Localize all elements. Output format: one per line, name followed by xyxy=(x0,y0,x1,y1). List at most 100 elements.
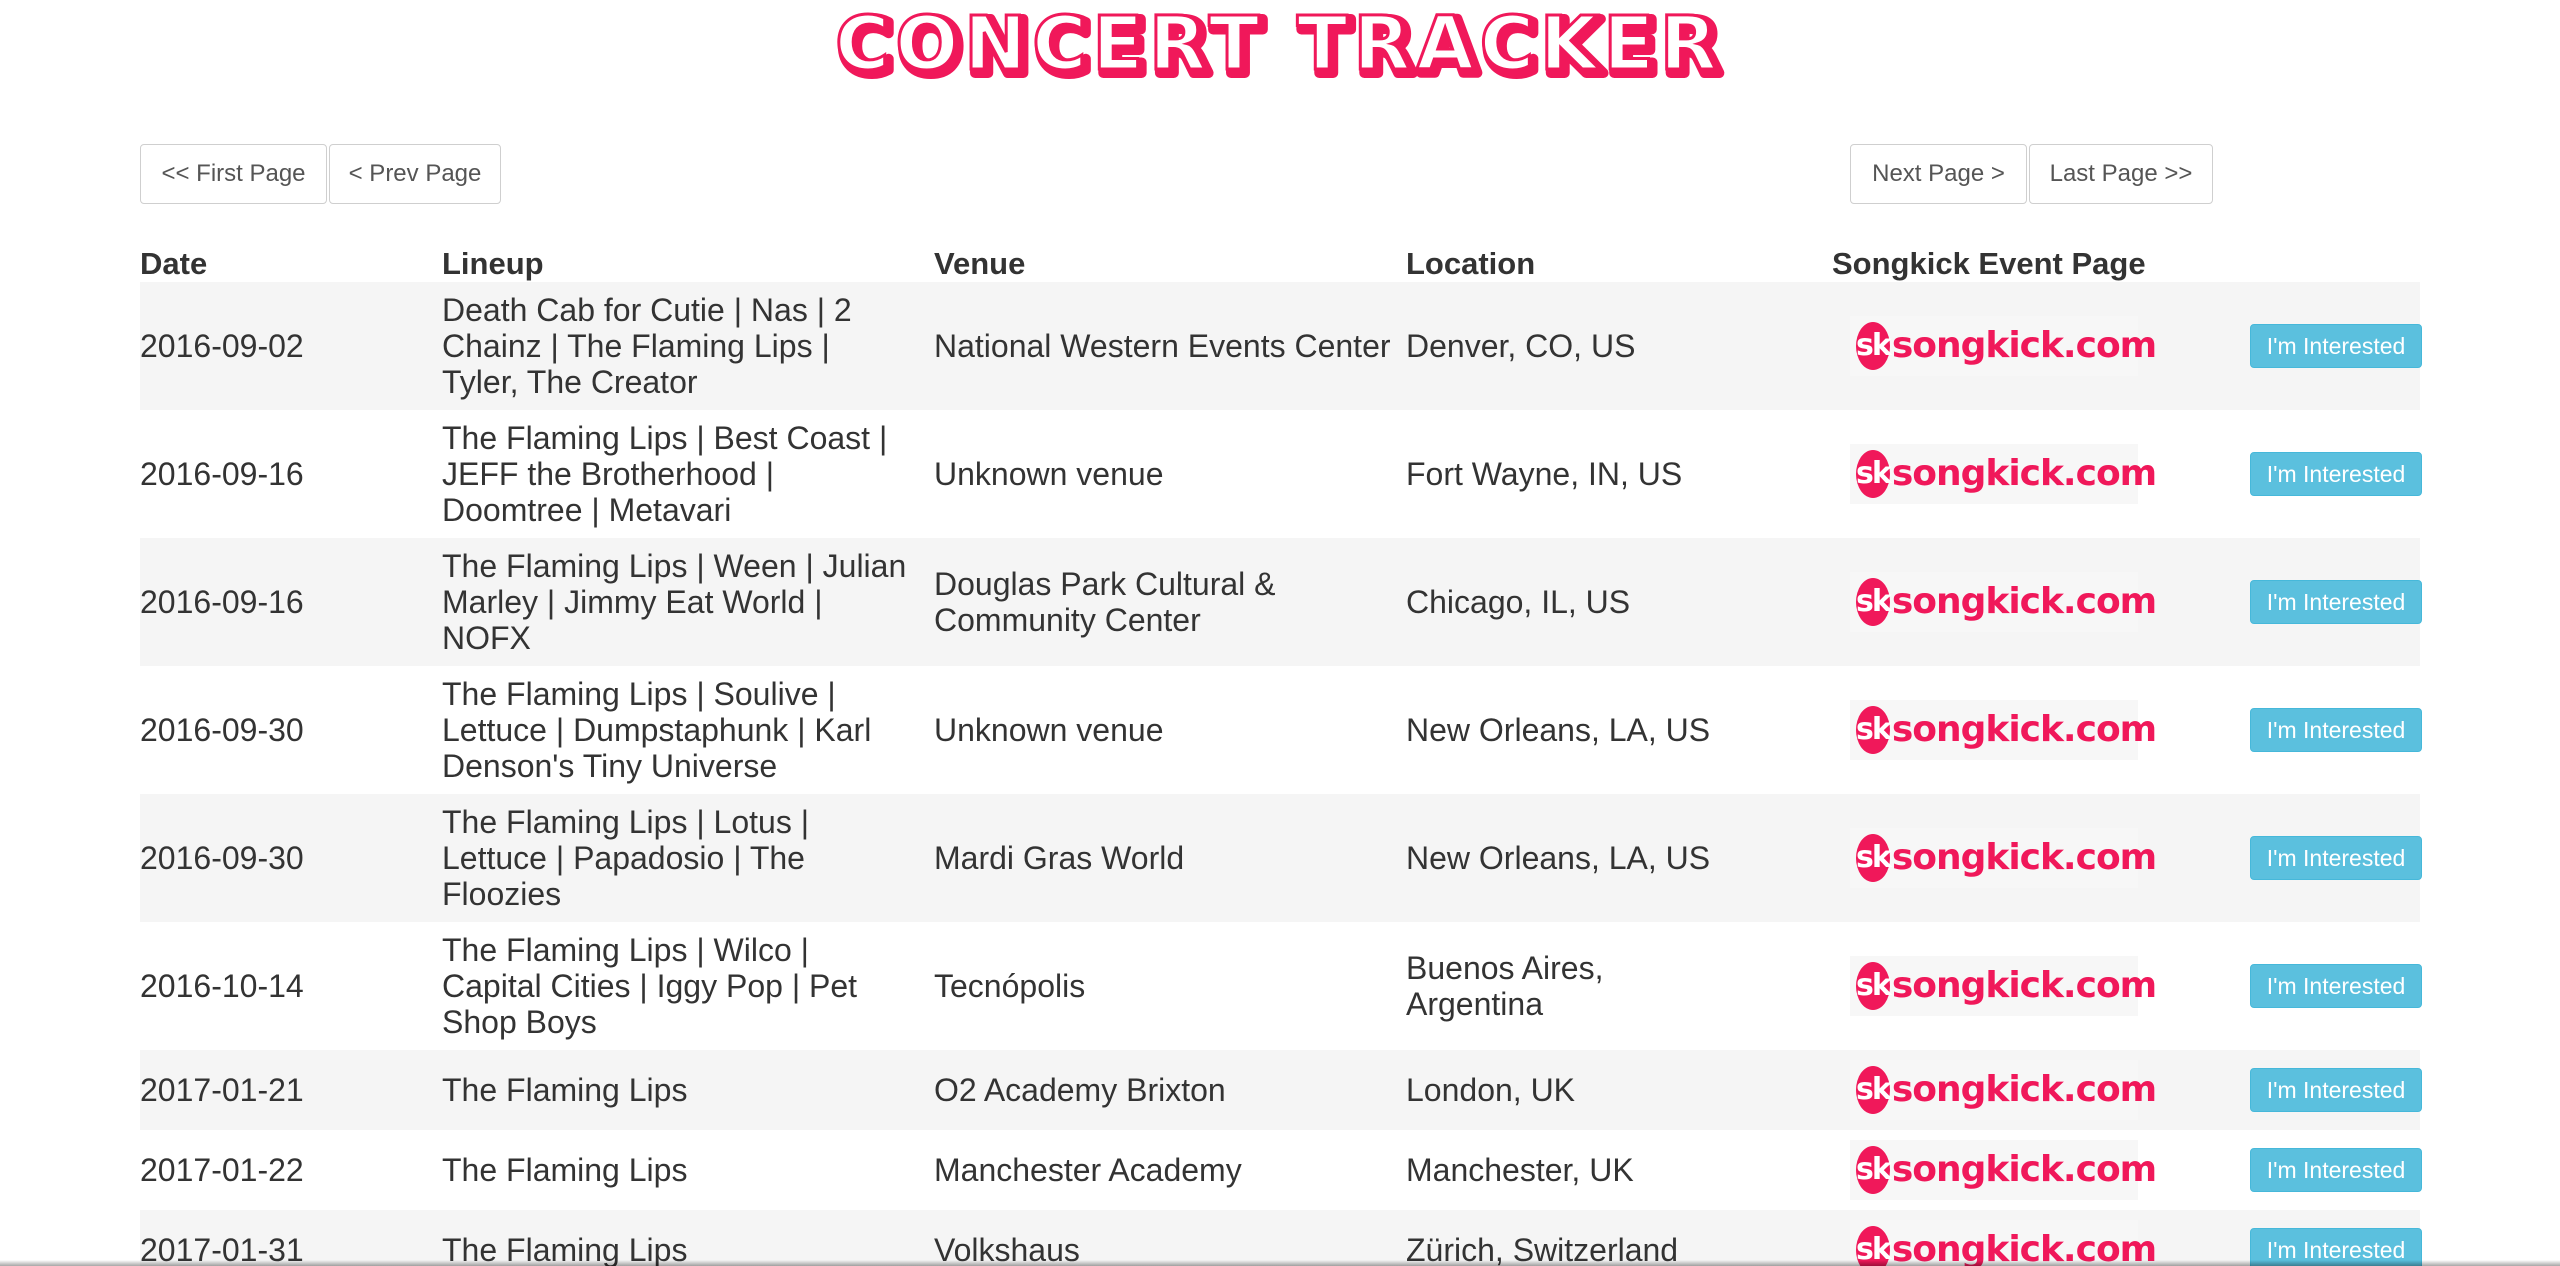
location-cell: Denver, CO, US xyxy=(1406,282,1736,410)
date-cell-text: 2017-01-22 xyxy=(140,1152,304,1188)
interested-button[interactable]: I'm Interested xyxy=(2250,580,2422,624)
songkick-link[interactable]: sk songkick.com xyxy=(1850,828,2157,888)
table-header: Date Lineup Venue Location Songkick Even… xyxy=(140,236,2420,282)
interested-cell: I'm Interested xyxy=(2246,1130,2426,1210)
interested-cell: I'm Interested xyxy=(2246,538,2426,666)
table-row: 2017-01-31 The Flaming Lips Volkshaus Züric… xyxy=(140,1210,2422,1266)
prev-page-button[interactable]: < Prev Page xyxy=(329,144,501,204)
location-cell-text: Denver, CO, US xyxy=(1406,328,1636,364)
interested-button[interactable]: I'm Interested xyxy=(2250,708,2422,752)
venue-cell: National Western Events Center xyxy=(934,282,1404,410)
songkick-link[interactable]: sk songkick.com xyxy=(1850,444,2157,504)
lineup-cell: The Flaming Lips | Ween | Julian Marley … xyxy=(442,538,912,666)
songkick-logo-text: songkick.com xyxy=(1891,709,2157,750)
songkick-logo-icon: sk xyxy=(1856,322,1892,370)
table-row: 2016-09-30 The Flaming Lips | Soulive | L… xyxy=(140,666,2422,794)
location-cell: New Orleans, LA, US xyxy=(1406,666,1736,794)
venue-cell: Tecnópolis xyxy=(934,922,1404,1050)
songkick-logo-icon: sk xyxy=(1856,834,1892,882)
table-row: 2017-01-22 The Flaming Lips Manchester Aca… xyxy=(140,1130,2422,1210)
venue-cell: Douglas Park Cultural & Community Center xyxy=(934,538,1404,666)
date-cell: 2016-09-16 xyxy=(140,538,430,666)
date-cell: 2016-09-16 xyxy=(140,410,430,538)
table-row: 2016-09-02 Death Cab for Cutie | Nas | 2 … xyxy=(140,282,2422,410)
songkick-cell: sk songkick.com xyxy=(1850,1130,2157,1210)
songkick-cell: sk songkick.com xyxy=(1850,1050,2157,1130)
column-header-date: Date xyxy=(140,246,208,281)
venue-cell: Manchester Academy xyxy=(934,1130,1404,1210)
venue-cell: Unknown venue xyxy=(934,410,1404,538)
location-cell: New Orleans, LA, US xyxy=(1406,794,1736,922)
interested-button[interactable]: I'm Interested xyxy=(2250,836,2422,880)
songkick-link[interactable]: sk songkick.com xyxy=(1850,572,2157,632)
date-cell: 2016-09-30 xyxy=(140,794,430,922)
songkick-cell: sk songkick.com xyxy=(1850,666,2157,794)
next-page-button[interactable]: Next Page > xyxy=(1850,144,2027,204)
location-cell-text: Fort Wayne, IN, US xyxy=(1406,456,1683,492)
lineup-cell-text: Death Cab for Cutie | Nas | 2 Chainz | T… xyxy=(442,292,852,400)
songkick-logo-icon: sk xyxy=(1856,450,1892,498)
venue-cell-text: Unknown venue xyxy=(934,456,1164,492)
date-cell-text: 2016-09-30 xyxy=(140,840,304,876)
songkick-logo-text: songkick.com xyxy=(1891,581,2157,622)
lineup-cell-text: The Flaming Lips xyxy=(442,1152,688,1188)
songkick-link[interactable]: sk songkick.com xyxy=(1850,1060,2157,1120)
first-page-button[interactable]: << First Page xyxy=(140,144,327,204)
venue-cell-text: Douglas Park Cultural & Community Center xyxy=(934,566,1276,638)
interested-cell: I'm Interested xyxy=(2246,922,2426,1050)
lineup-cell-text: The Flaming Lips xyxy=(442,1072,688,1108)
songkick-cell: sk songkick.com xyxy=(1850,410,2157,538)
lineup-cell-text: The Flaming Lips | Best Coast | JEFF the… xyxy=(442,420,888,528)
date-cell-text: 2016-09-16 xyxy=(140,584,304,620)
table-body: 2016-09-02 Death Cab for Cutie | Nas | 2 … xyxy=(140,282,2422,1266)
lineup-cell: The Flaming Lips xyxy=(442,1050,912,1130)
venue-cell-text: Tecnópolis xyxy=(934,968,1086,1004)
venue-cell: Unknown venue xyxy=(934,666,1404,794)
location-cell-text: Manchester, UK xyxy=(1406,1152,1634,1188)
lineup-cell: The Flaming Lips | Soulive | Lettuce | D… xyxy=(442,666,912,794)
interested-button[interactable]: I'm Interested xyxy=(2250,1148,2422,1192)
songkick-logo-icon: sk xyxy=(1856,1066,1892,1114)
interested-button[interactable]: I'm Interested xyxy=(2250,452,2422,496)
songkick-logo-icon: sk xyxy=(1856,1146,1892,1194)
page: CONCERT TRACKER CONCERT TRACKER << First… xyxy=(0,0,2560,1266)
table-row: 2017-01-21 The Flaming Lips O2 Academy Bri… xyxy=(140,1050,2422,1130)
location-cell-text: London, UK xyxy=(1406,1072,1576,1108)
lineup-cell: The Flaming Lips xyxy=(442,1210,912,1266)
songkick-link[interactable]: sk songkick.com xyxy=(1850,956,2157,1016)
songkick-link[interactable]: sk songkick.com xyxy=(1850,700,2157,760)
last-page-button[interactable]: Last Page >> xyxy=(2029,144,2213,204)
location-cell: Zürich, Switzerland xyxy=(1406,1210,1736,1266)
column-header-lineup: Lineup xyxy=(442,246,544,281)
interested-cell: I'm Interested xyxy=(2246,1050,2426,1130)
interested-button[interactable]: I'm Interested xyxy=(2250,964,2422,1008)
songkick-logo-icon: sk xyxy=(1856,962,1892,1010)
songkick-logo-icon: sk xyxy=(1856,706,1892,754)
date-cell: 2016-09-02 xyxy=(140,282,430,410)
songkick-cell: sk songkick.com xyxy=(1850,1210,2157,1266)
songkick-link[interactable]: sk songkick.com xyxy=(1850,316,2157,376)
interested-cell: I'm Interested xyxy=(2246,666,2426,794)
date-cell: 2017-01-31 xyxy=(140,1210,430,1266)
venue-cell: Mardi Gras World xyxy=(934,794,1404,922)
date-cell: 2017-01-22 xyxy=(140,1130,430,1210)
interested-button[interactable]: I'm Interested xyxy=(2250,1068,2422,1112)
venue-cell: O2 Academy Brixton xyxy=(934,1050,1404,1130)
lineup-cell-text: The Flaming Lips | Wilco | Capital Citie… xyxy=(442,932,858,1040)
location-cell-text: New Orleans, LA, US xyxy=(1406,712,1711,748)
songkick-logo-text: songkick.com xyxy=(1891,325,2157,366)
table-row: 2016-09-30 The Flaming Lips | Lotus | Let… xyxy=(140,794,2422,922)
date-cell-text: 2016-09-30 xyxy=(140,712,304,748)
window-bottom-edge xyxy=(0,1260,2560,1266)
lineup-cell: The Flaming Lips | Best Coast | JEFF the… xyxy=(442,410,912,538)
interested-button[interactable]: I'm Interested xyxy=(2250,324,2422,368)
title-banner: CONCERT TRACKER CONCERT TRACKER xyxy=(0,0,2560,100)
date-cell: 2017-01-21 xyxy=(140,1050,430,1130)
location-cell-text: Chicago, IL, US xyxy=(1406,584,1631,620)
songkick-link[interactable]: sk songkick.com xyxy=(1850,1140,2157,1200)
column-header-venue: Venue xyxy=(934,246,1026,281)
songkick-logo-text: songkick.com xyxy=(1891,965,2157,1006)
location-cell: Chicago, IL, US xyxy=(1406,538,1736,666)
lineup-cell: The Flaming Lips | Wilco | Capital Citie… xyxy=(442,922,912,1050)
location-cell: London, UK xyxy=(1406,1050,1736,1130)
